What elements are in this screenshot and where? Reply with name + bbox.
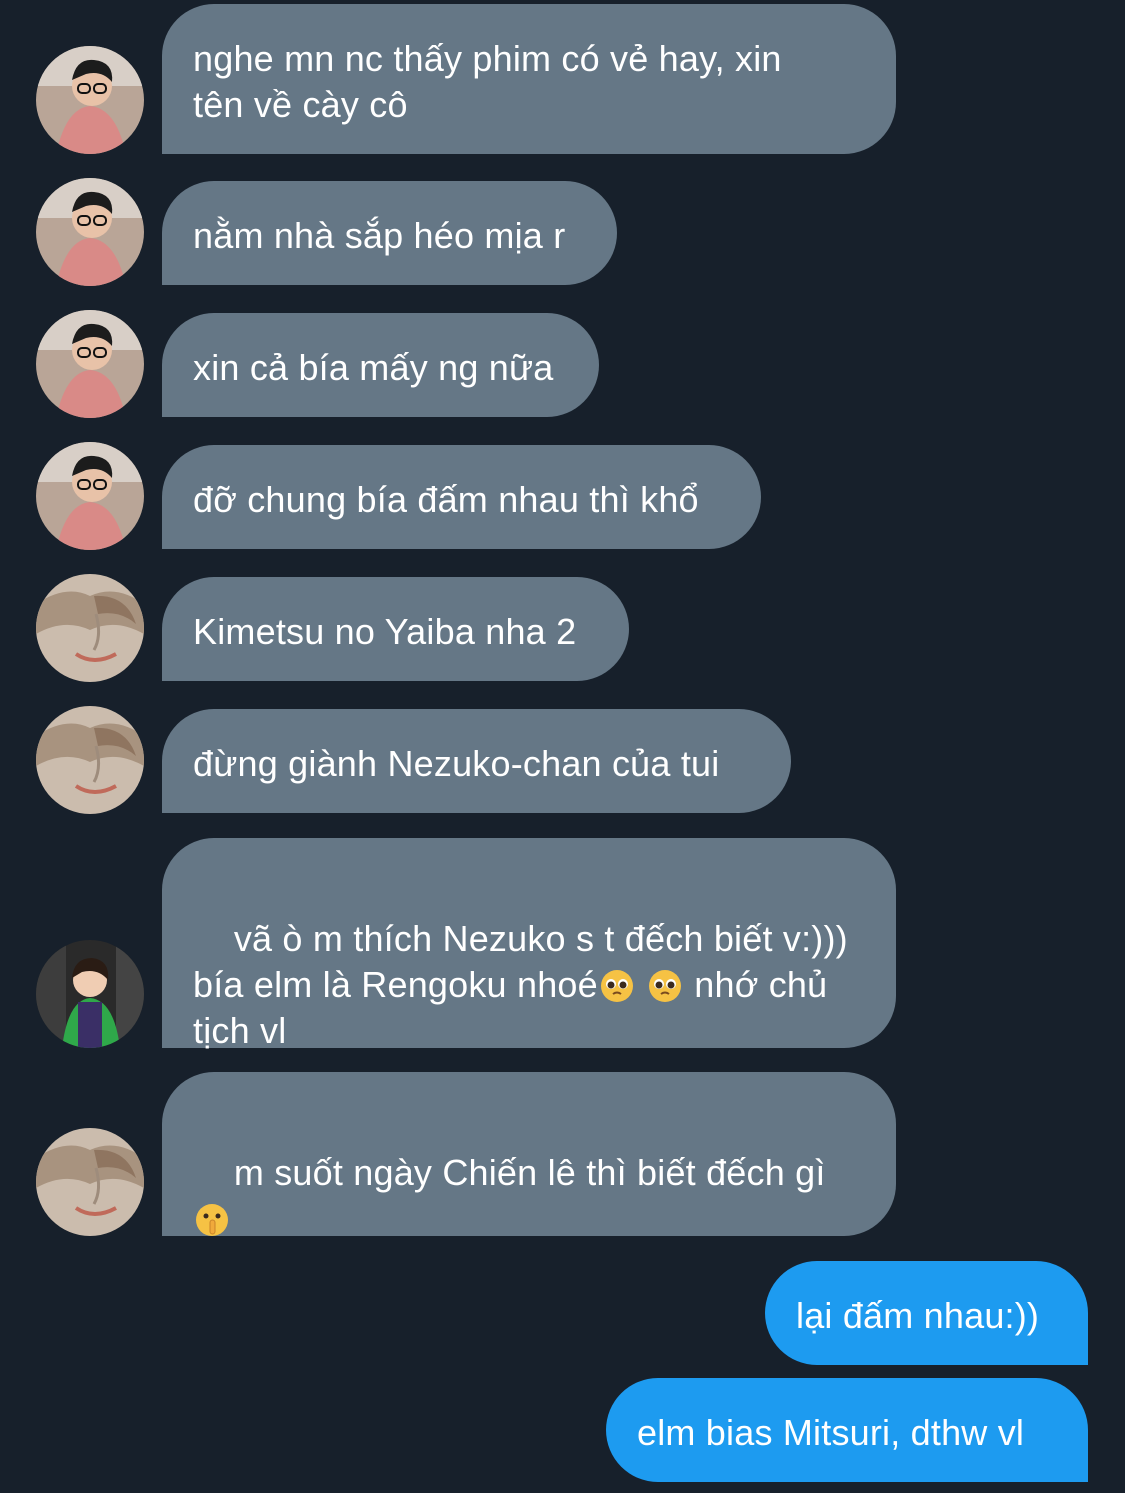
outgoing-message-bubble[interactable]: elm bias Mitsuri, dthw vl bbox=[606, 1378, 1088, 1482]
conversation-thread: nghe mn nc thấy phim có vẻ hay, xin tên … bbox=[0, 0, 1125, 1493]
pleading-face-emoji bbox=[649, 970, 682, 1002]
user-a-avatar[interactable] bbox=[36, 178, 144, 286]
shushing-face-emoji bbox=[196, 1204, 228, 1236]
message-bubble[interactable]: m suốt ngày Chiến lê thì biết đếch gì bbox=[162, 1072, 896, 1236]
user-a-avatar[interactable] bbox=[36, 442, 144, 550]
user-a-avatar[interactable] bbox=[36, 46, 144, 154]
message-text-line: m suốt ngày Chiến lê thì biết đếch gì bbox=[233, 1152, 826, 1193]
message-text-line: bía elm là Rengoku nhoé bbox=[193, 964, 598, 1005]
message-text-line: tịch vl bbox=[193, 1010, 287, 1051]
user-b-avatar[interactable] bbox=[36, 574, 144, 682]
message-bubble[interactable]: Kimetsu no Yaiba nha 2 bbox=[162, 577, 629, 681]
user-c-avatar[interactable] bbox=[36, 940, 144, 1048]
user-b-avatar[interactable] bbox=[36, 706, 144, 814]
outgoing-message-bubble[interactable]: lại đấm nhau:)) bbox=[765, 1261, 1088, 1365]
user-a-avatar[interactable] bbox=[36, 310, 144, 418]
message-text-line: nhớ chủ bbox=[684, 964, 828, 1005]
pleading-face-emoji bbox=[600, 970, 633, 1002]
message-bubble[interactable]: vã ò m thích Nezuko s t đếch biết v:))) b… bbox=[162, 838, 896, 1051]
message-bubble[interactable]: đừng giành Nezuko-chan của tui bbox=[162, 709, 791, 813]
user-b-avatar[interactable] bbox=[36, 1128, 144, 1236]
message-bubble[interactable]: xin cả bía mấy ng nữa bbox=[162, 313, 599, 417]
message-bubble[interactable]: đỡ chung bía đấm nhau thì khổ bbox=[162, 445, 761, 549]
message-bubble[interactable]: nằm nhà sắp héo mịa r bbox=[162, 181, 617, 285]
message-bubble[interactable]: nghe mn nc thấy phim có vẻ hay, xin tên … bbox=[162, 4, 896, 154]
message-text-line: vã ò m thích Nezuko s t đếch biết v:))) bbox=[233, 918, 848, 959]
